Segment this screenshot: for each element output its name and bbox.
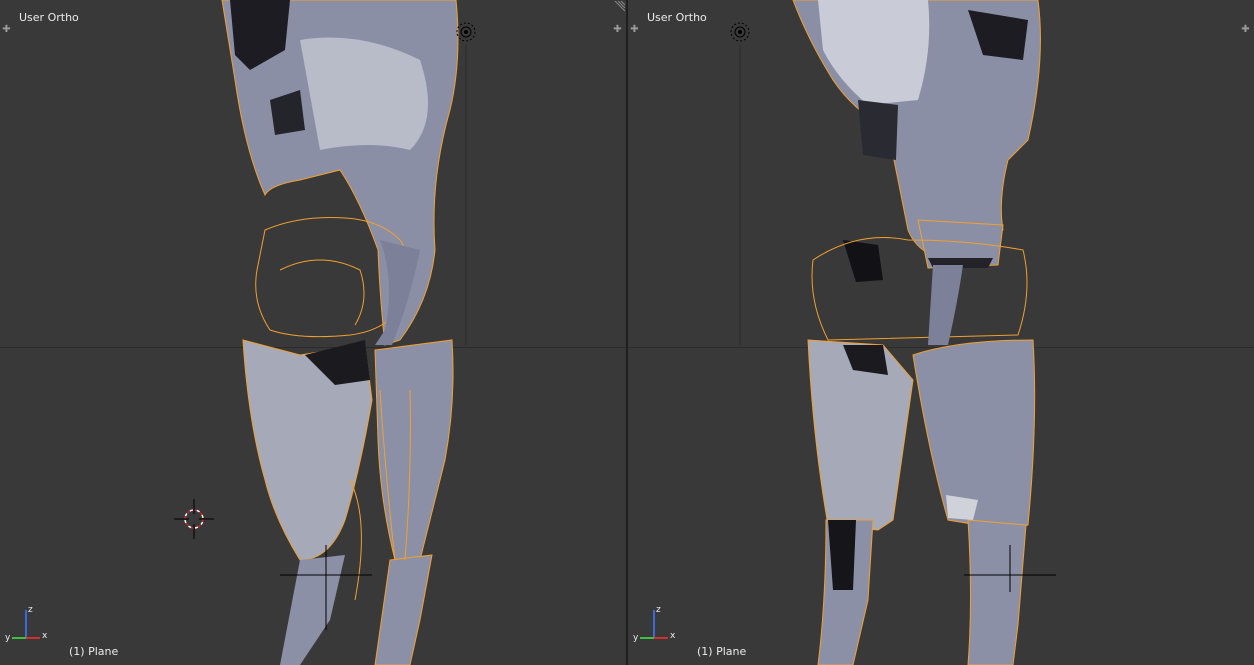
axis-z-label: z [28, 605, 33, 615]
mesh-spine-low [928, 265, 963, 345]
mesh-chest-light [818, 0, 930, 105]
mesh-scene-left[interactable] [0, 0, 626, 665]
viewport-left[interactable]: User Ortho (1) Plane ✚ ✚ z y x [0, 0, 626, 665]
orientation-axes-icon: z y x [633, 605, 676, 642]
mesh-shin-left [280, 555, 345, 665]
view-plus-icon-right[interactable]: ✚ [612, 24, 623, 35]
mesh-hip-dark [843, 240, 883, 282]
object-label: (1) Plane [69, 645, 119, 658]
orientation-axes-icon: z y x [5, 605, 48, 642]
axis-x-label: x [670, 631, 676, 641]
object-label: (1) Plane [697, 645, 747, 658]
lamp-icon [456, 22, 476, 42]
view-plus-icon-right[interactable]: ✚ [1240, 24, 1251, 35]
view-label: User Ortho [647, 11, 707, 24]
wire-pelvis-inner [279, 259, 365, 326]
mesh-scene-right[interactable] [628, 0, 1254, 665]
area-split-icon[interactable] [613, 1, 625, 13]
axis-x-label: x [42, 631, 48, 641]
mesh-shin-right [374, 554, 433, 665]
3d-cursor-icon [174, 499, 214, 539]
axis-z-label: z [656, 605, 661, 615]
mesh-thigh-back [374, 339, 454, 561]
view-plus-icon-left[interactable]: ✚ [629, 24, 640, 35]
axis-y-label: y [633, 633, 639, 642]
mesh-dark-patch [858, 100, 898, 160]
viewport-right[interactable]: User Ortho (1) Plane ✚ ✚ z y x [628, 0, 1254, 665]
view-plus-icon-left[interactable]: ✚ [1, 24, 12, 35]
lamp-icon [730, 22, 750, 42]
view-label: User Ortho [19, 11, 79, 24]
mesh-shin-right [967, 519, 1027, 665]
axis-y-label: y [5, 633, 11, 642]
